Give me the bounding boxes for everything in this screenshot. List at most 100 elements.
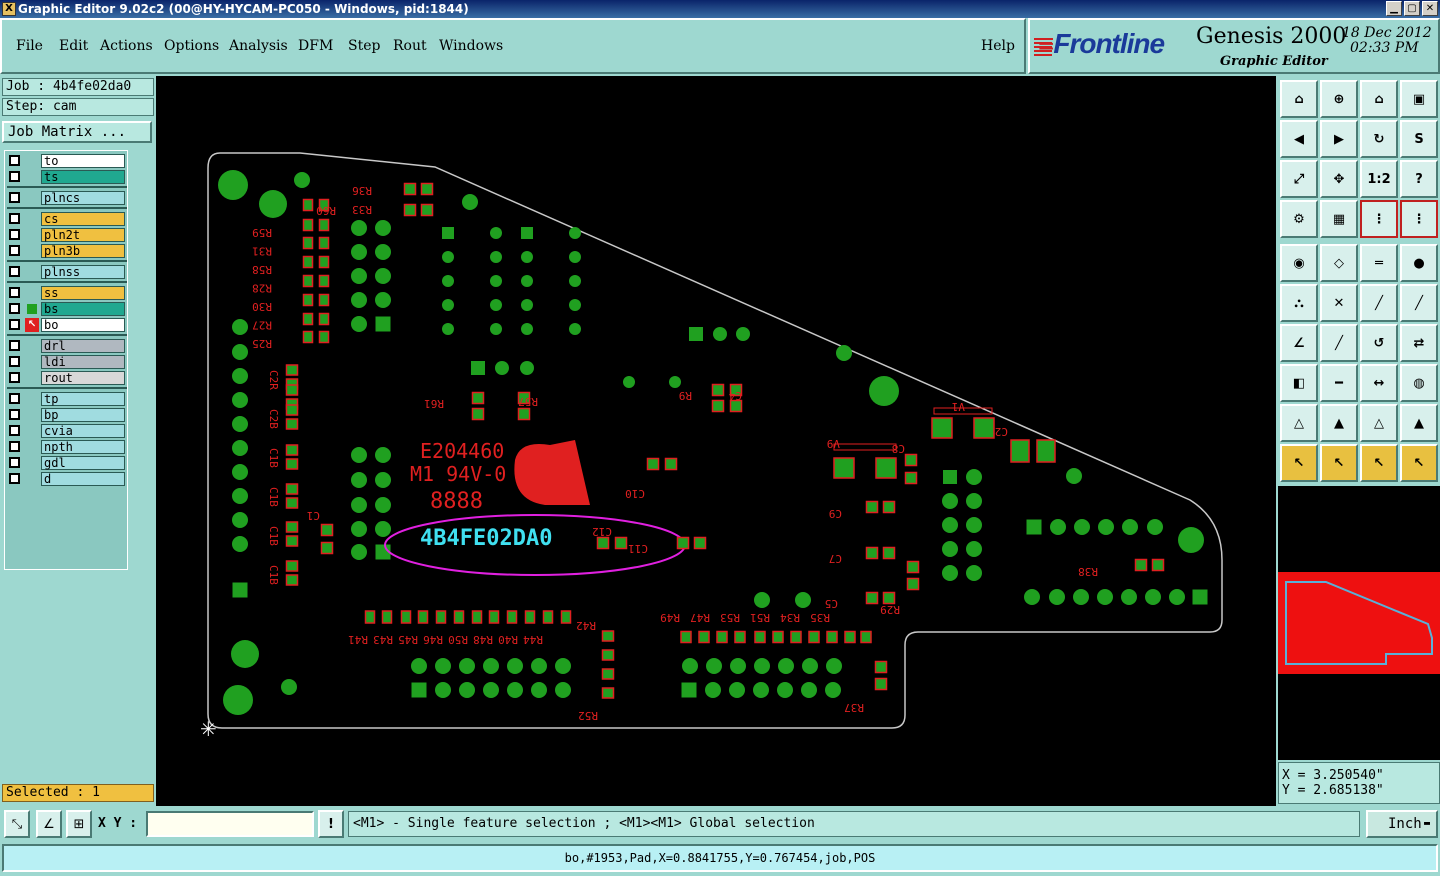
measure-icon[interactable]: ∠ (36, 810, 62, 838)
layer-checkbox[interactable] (9, 155, 20, 166)
layer-name[interactable]: ts (41, 170, 125, 184)
menu-options[interactable]: Options (164, 38, 219, 54)
circle-icon[interactable]: ● (1400, 244, 1438, 282)
layer-row-ss[interactable]: ss (7, 286, 127, 300)
menu-windows[interactable]: Windows (439, 38, 503, 54)
arc-icon[interactable]: ↺ (1360, 324, 1398, 362)
layer-row-bp[interactable]: bp (7, 408, 127, 422)
home-icon[interactable]: ⌂ (1360, 80, 1398, 118)
angle-icon[interactable]: ∠ (1280, 324, 1318, 362)
layer-name[interactable]: gdl (41, 456, 125, 470)
flip-icon[interactable]: ⇄ (1400, 324, 1438, 362)
layer-checkbox[interactable] (9, 266, 20, 277)
slash-icon[interactable]: ╱ (1320, 324, 1358, 362)
layer-row-bo[interactable]: ↖ bo (7, 318, 127, 332)
zoom-area-icon[interactable]: ⤡ (4, 810, 30, 838)
menu-actions[interactable]: Actions (100, 38, 153, 54)
menu-edit[interactable]: Edit (59, 38, 88, 54)
xy-input[interactable] (146, 811, 314, 837)
pan-left-icon[interactable]: ◀ (1280, 120, 1318, 158)
layer-name[interactable]: plncs (41, 191, 125, 205)
snap-icon[interactable]: ⋮ (1360, 200, 1398, 238)
info-icon[interactable]: ! (318, 810, 344, 838)
zoom-home-icon[interactable]: ⌂ (1280, 80, 1318, 118)
layer-name[interactable]: cvia (41, 424, 125, 438)
layer-name[interactable]: bo (41, 318, 125, 332)
line2-icon[interactable]: ╱ (1400, 284, 1438, 322)
layer-checkbox[interactable] (9, 319, 20, 330)
menu-help[interactable]: Help (981, 38, 1015, 54)
layer-name[interactable]: npth (41, 440, 125, 454)
fit-icon[interactable]: ⤢ (1280, 160, 1318, 198)
layer-row-ts[interactable]: ts (7, 170, 127, 184)
layer-checkbox[interactable] (9, 473, 20, 484)
cross-icon[interactable]: ✕ (1320, 284, 1358, 322)
window-layout-icon[interactable]: ▣ (1400, 80, 1438, 118)
measure-icon[interactable]: ↔ (1360, 364, 1398, 402)
layer-name[interactable]: drl (41, 339, 125, 353)
layer-checkbox[interactable] (9, 229, 20, 240)
layer-name[interactable]: cs (41, 212, 125, 226)
layer-checkbox[interactable] (9, 340, 20, 351)
layer-row-bs[interactable]: bs (7, 302, 127, 316)
layer-name[interactable]: tp (41, 392, 125, 406)
layer-checkbox[interactable] (9, 356, 20, 367)
layer-row-gdl[interactable]: gdl (7, 456, 127, 470)
snap2-icon[interactable]: ⋮ (1400, 200, 1438, 238)
layer-row-pln2t[interactable]: pln2t (7, 228, 127, 242)
menu-step[interactable]: Step (348, 38, 380, 54)
layer-row-cvia[interactable]: cvia (7, 424, 127, 438)
layer-name[interactable]: rout (41, 371, 125, 385)
pcb-board-view[interactable]: ✳ R59 R31 R58 R28 R30 R27 R25 R36 R33 R60 C2R C2B C1B… (156, 76, 1276, 806)
grid-icon[interactable]: ▦ (1320, 200, 1358, 238)
pad-icon[interactable]: ◉ (1280, 244, 1318, 282)
job-matrix-button[interactable]: Job Matrix ... (2, 121, 152, 143)
layer-row-plnss[interactable]: plnss (7, 265, 127, 279)
layer-checkbox[interactable] (9, 409, 20, 420)
minus-icon[interactable]: ━ (1320, 364, 1358, 402)
tri-icon[interactable]: △ (1280, 404, 1318, 442)
layer-name[interactable]: pln3b (41, 244, 125, 258)
layer-row-rout[interactable]: rout (7, 371, 127, 385)
select-icon[interactable]: ↖ (1280, 444, 1318, 482)
one-to-one-icon[interactable]: 1:2 (1360, 160, 1398, 198)
layer-row-to[interactable]: to (7, 154, 127, 168)
layer-row-ldi[interactable]: ldi (7, 355, 127, 369)
layer-checkbox[interactable] (9, 393, 20, 404)
graphic-canvas[interactable]: ✳ R59 R31 R58 R28 R30 R27 R25 R36 R33 R60 C2R C2B C1B… (156, 76, 1276, 806)
layer-name[interactable]: ss (41, 286, 125, 300)
layer-checkbox[interactable] (9, 245, 20, 256)
layer-row-d[interactable]: d (7, 472, 127, 486)
unit-selector[interactable]: Inch ▬ (1366, 810, 1438, 838)
layer-checkbox[interactable] (9, 192, 20, 203)
menu-analysis[interactable]: Analysis (229, 38, 288, 54)
layer-name[interactable]: pln2t (41, 228, 125, 242)
layer-row-pln3b[interactable]: pln3b (7, 244, 127, 258)
layer-row-npth[interactable]: npth (7, 440, 127, 454)
layer-name[interactable]: bs (41, 302, 125, 316)
layer-checkbox[interactable] (9, 457, 20, 468)
select3-icon[interactable]: ↖ (1360, 444, 1398, 482)
tri2-icon[interactable]: ▲ (1320, 404, 1358, 442)
menu-rout[interactable]: Rout (393, 38, 427, 54)
pan-icon[interactable]: S (1400, 120, 1438, 158)
layer-row-drl[interactable]: drl (7, 339, 127, 353)
line-icon[interactable]: ╱ (1360, 284, 1398, 322)
close-button[interactable]: ✕ (1422, 1, 1438, 16)
tri4-icon[interactable]: ▲ (1400, 404, 1438, 442)
menu-file[interactable]: File (16, 38, 43, 54)
help-icon[interactable]: ? (1400, 160, 1438, 198)
center-icon[interactable]: ✥ (1320, 160, 1358, 198)
layer-name[interactable]: bp (41, 408, 125, 422)
layer-checkbox[interactable] (9, 372, 20, 383)
menu-dfm[interactable]: DFM (298, 38, 333, 54)
layer-row-cs[interactable]: cs (7, 212, 127, 226)
layer-name[interactable]: d (41, 472, 125, 486)
layer-name[interactable]: plnss (41, 265, 125, 279)
layer-checkbox[interactable] (9, 425, 20, 436)
minimize-button[interactable]: ▁ (1386, 1, 1402, 16)
snap-grid-icon[interactable]: ⊞ (66, 810, 92, 838)
redraw-icon[interactable]: ↻ (1360, 120, 1398, 158)
ruler-icon[interactable]: ═ (1360, 244, 1398, 282)
layer-name[interactable]: ldi (41, 355, 125, 369)
